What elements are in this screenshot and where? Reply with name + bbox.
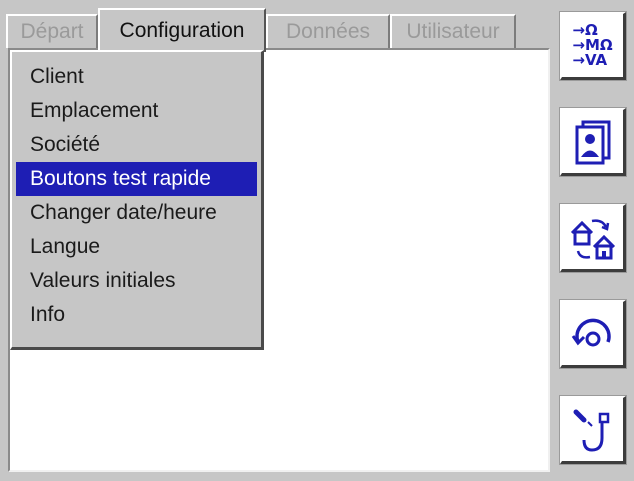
menu-item-boutons-test-rapide[interactable]: Boutons test rapide <box>16 162 257 196</box>
user-profile-icon <box>575 120 610 164</box>
transfer-house-icon <box>570 218 615 259</box>
tab-donnees[interactable]: Données <box>266 14 390 48</box>
probe-pen-icon <box>573 409 609 452</box>
rotate-button[interactable] <box>559 299 627 369</box>
menu-item-societe[interactable]: Société <box>16 128 257 162</box>
menu-item-client[interactable]: Client <box>16 60 257 94</box>
menu-item-info[interactable]: Info <box>16 298 257 332</box>
rotate-cycle-icon <box>571 318 611 346</box>
configuration-menu: Client Emplacement Société Boutons test … <box>10 50 264 350</box>
units-button[interactable]: →Ω →MΩ →VA <box>559 11 627 81</box>
units-line-va: →VA <box>572 51 608 69</box>
units-icon: →Ω →MΩ →VA <box>572 23 612 68</box>
tab-configuration[interactable]: Configuration <box>98 8 266 52</box>
menu-item-valeurs-initiales[interactable]: Valeurs initiales <box>16 264 257 298</box>
transfer-button[interactable] <box>559 203 627 273</box>
tab-depart[interactable]: Départ <box>6 14 98 48</box>
menu-item-changer-date-heure[interactable]: Changer date/heure <box>16 196 257 230</box>
menu-item-emplacement[interactable]: Emplacement <box>16 94 257 128</box>
probe-button[interactable] <box>559 395 627 465</box>
menu-item-langue[interactable]: Langue <box>16 230 257 264</box>
side-toolbar: →Ω →MΩ →VA <box>558 0 630 481</box>
user-profile-button[interactable] <box>559 107 627 177</box>
tab-bar: Départ Configuration Données Utilisateur <box>6 8 542 52</box>
device-screen: Départ Configuration Données Utilisateur… <box>0 0 634 481</box>
tab-utilisateur[interactable]: Utilisateur <box>390 14 516 48</box>
